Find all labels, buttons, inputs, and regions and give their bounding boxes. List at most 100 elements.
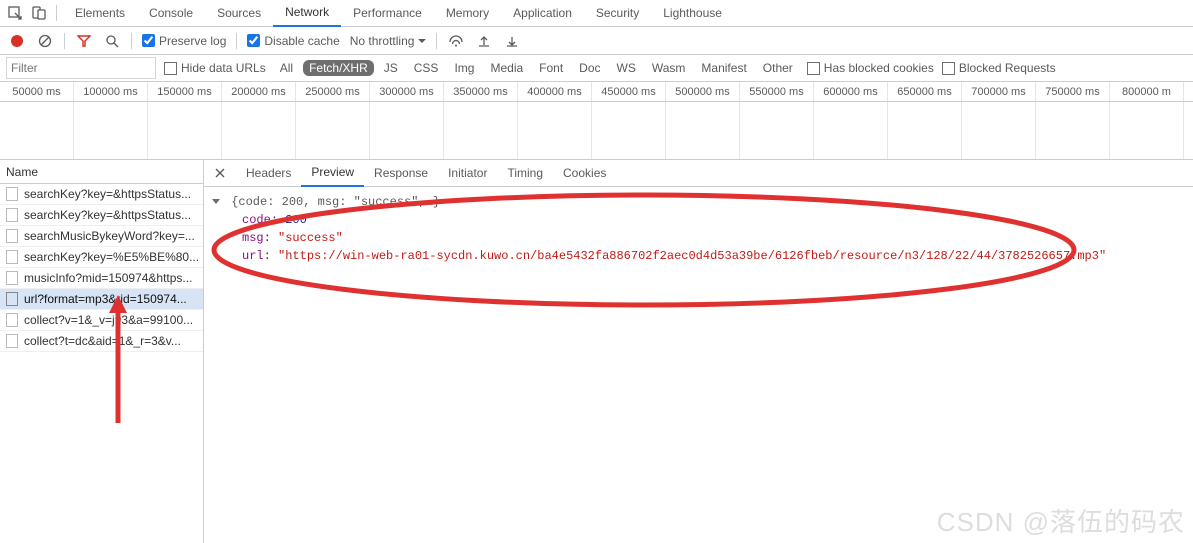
timeline-tick: 400000 ms: [518, 82, 592, 101]
divider: [56, 5, 57, 21]
request-name: musicInfo?mid=150974&https...: [24, 271, 192, 285]
json-value: 200: [285, 213, 307, 227]
has-blocked-cookies-label: Has blocked cookies: [824, 61, 934, 75]
expand-triangle-icon[interactable]: [212, 199, 220, 204]
timeline-ruler[interactable]: 50000 ms100000 ms150000 ms200000 ms25000…: [0, 82, 1193, 102]
search-icon[interactable]: [103, 32, 121, 50]
network-conditions-icon[interactable]: [447, 32, 465, 50]
preserve-log-checkbox[interactable]: Preserve log: [142, 34, 226, 48]
file-icon: [6, 334, 18, 348]
record-icon[interactable]: [8, 32, 26, 50]
request-name: searchKey?key=&httpsStatus...: [24, 187, 191, 201]
request-row[interactable]: collect?v=1&_v=j93&a=99100...: [0, 310, 203, 331]
upload-har-icon[interactable]: [475, 32, 493, 50]
filter-chip-media[interactable]: Media: [484, 60, 529, 76]
preview-panel: HeadersPreviewResponseInitiatorTimingCoo…: [204, 160, 1193, 543]
json-key: code: [242, 213, 271, 227]
request-row[interactable]: searchMusicBykeyWord?key=...: [0, 226, 203, 247]
download-har-icon[interactable]: [503, 32, 521, 50]
json-summary: {code: 200, msg: "success",…}: [231, 195, 440, 209]
request-list: Name searchKey?key=&httpsStatus... search…: [0, 160, 204, 543]
col-name-label: Name: [6, 165, 38, 179]
blocked-requests-checkbox[interactable]: Blocked Requests: [942, 61, 1056, 75]
file-icon: [6, 229, 18, 243]
devtools-tab-console[interactable]: Console: [137, 0, 205, 27]
request-name: collect?v=1&_v=j93&a=99100...: [24, 313, 193, 327]
filter-input[interactable]: [6, 57, 156, 79]
filter-chip-css[interactable]: CSS: [408, 60, 445, 76]
device-toggle-icon[interactable]: [28, 2, 50, 24]
filter-chip-other[interactable]: Other: [757, 60, 799, 76]
devtools-tab-bar: ElementsConsoleSourcesNetworkPerformance…: [0, 0, 1193, 27]
disable-cache-label: Disable cache: [264, 34, 339, 48]
json-key: msg: [242, 231, 264, 245]
json-value: "success": [278, 231, 343, 245]
json-key: url: [242, 249, 264, 263]
watermark: CSDN @落伍的码农: [937, 502, 1185, 539]
request-row[interactable]: collect?t=dc&aid=1&_r=3&v...: [0, 331, 203, 352]
clear-icon[interactable]: [36, 32, 54, 50]
preview-tab-initiator[interactable]: Initiator: [438, 160, 497, 187]
filter-icon[interactable]: [75, 32, 93, 50]
preview-tab-bar: HeadersPreviewResponseInitiatorTimingCoo…: [204, 160, 1193, 187]
hide-data-urls-checkbox[interactable]: Hide data URLs: [164, 61, 266, 75]
preview-tab-headers[interactable]: Headers: [236, 160, 301, 187]
request-name: searchKey?key=%E5%BE%80...: [24, 250, 199, 264]
has-blocked-cookies-checkbox[interactable]: Has blocked cookies: [807, 61, 934, 75]
request-row[interactable]: url?format=mp3&rid=150974...: [0, 289, 203, 310]
chevron-down-icon: [418, 39, 426, 43]
request-row[interactable]: searchKey?key=&httpsStatus...: [0, 184, 203, 205]
json-preview[interactable]: {code: 200, msg: "success",…} code: 200 …: [204, 187, 1193, 271]
blocked-requests-label: Blocked Requests: [959, 61, 1056, 75]
devtools-tab-lighthouse[interactable]: Lighthouse: [651, 0, 734, 27]
timeline-tick: 150000 ms: [148, 82, 222, 101]
preview-tab-response[interactable]: Response: [364, 160, 438, 187]
timeline-tick: 50000 ms: [0, 82, 74, 101]
timeline-tick: 200000 ms: [222, 82, 296, 101]
devtools-tab-network[interactable]: Network: [273, 0, 341, 27]
request-list-header[interactable]: Name: [0, 160, 203, 184]
timeline-tick: 300000 ms: [370, 82, 444, 101]
filter-chip-manifest[interactable]: Manifest: [695, 60, 752, 76]
file-icon: [6, 187, 18, 201]
timeline-tick: 550000 ms: [740, 82, 814, 101]
filter-chip-wasm[interactable]: Wasm: [646, 60, 692, 76]
preview-tab-cookies[interactable]: Cookies: [553, 160, 616, 187]
devtools-tab-sources[interactable]: Sources: [205, 0, 273, 27]
filter-chip-all[interactable]: All: [274, 60, 299, 76]
filter-chip-doc[interactable]: Doc: [573, 60, 606, 76]
preserve-log-label: Preserve log: [159, 34, 226, 48]
request-row[interactable]: musicInfo?mid=150974&https...: [0, 268, 203, 289]
timeline-tick: 650000 ms: [888, 82, 962, 101]
timeline-tick: 100000 ms: [74, 82, 148, 101]
request-row[interactable]: searchKey?key=%E5%BE%80...: [0, 247, 203, 268]
devtools-tab-security[interactable]: Security: [584, 0, 651, 27]
filter-chip-img[interactable]: Img: [448, 60, 480, 76]
devtools-tab-application[interactable]: Application: [501, 0, 584, 27]
request-name: url?format=mp3&rid=150974...: [24, 292, 187, 306]
file-icon: [6, 292, 18, 306]
disable-cache-checkbox[interactable]: Disable cache: [247, 34, 339, 48]
timeline-tick: 500000 ms: [666, 82, 740, 101]
devtools-tab-performance[interactable]: Performance: [341, 0, 434, 27]
inspect-element-icon[interactable]: [4, 2, 26, 24]
file-icon: [6, 208, 18, 222]
filter-chip-font[interactable]: Font: [533, 60, 569, 76]
timeline-tick: 750000 ms: [1036, 82, 1110, 101]
filter-chip-js[interactable]: JS: [378, 60, 404, 76]
preview-tab-timing[interactable]: Timing: [497, 160, 553, 187]
file-icon: [6, 313, 18, 327]
filter-chip-ws[interactable]: WS: [611, 60, 642, 76]
json-value: "https://win-web-ra01-sycdn.kuwo.cn/ba4e…: [278, 249, 1106, 263]
request-row[interactable]: searchKey?key=&httpsStatus...: [0, 205, 203, 226]
filter-chip-fetch-xhr[interactable]: Fetch/XHR: [303, 60, 374, 76]
throttling-select[interactable]: No throttling: [350, 34, 427, 48]
hide-data-urls-label: Hide data URLs: [181, 61, 266, 75]
preview-tab-preview[interactable]: Preview: [301, 160, 364, 187]
devtools-tab-memory[interactable]: Memory: [434, 0, 501, 27]
timeline-tick: 450000 ms: [592, 82, 666, 101]
timeline-overview[interactable]: [0, 102, 1193, 160]
devtools-tab-elements[interactable]: Elements: [63, 0, 137, 27]
close-preview-icon[interactable]: [210, 163, 230, 183]
request-name: searchMusicBykeyWord?key=...: [24, 229, 195, 243]
